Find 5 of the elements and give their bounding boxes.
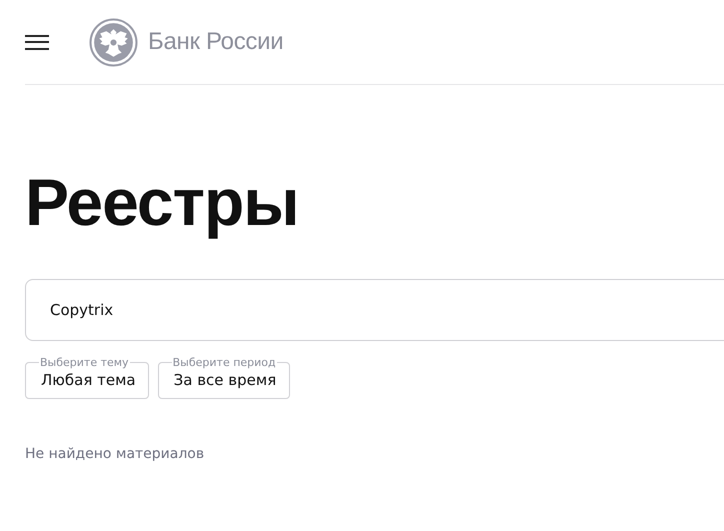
dropdown[interactable]: Выберите тему Любая тема — [25, 357, 149, 399]
empty-message: Не найдено материалов — [25, 446, 206, 462]
search-field[interactable]: Copytrix — [25, 279, 724, 341]
menu-icon[interactable] — [25, 34, 49, 50]
dropdown[interactable]: Выберите период За все время — [158, 357, 290, 399]
